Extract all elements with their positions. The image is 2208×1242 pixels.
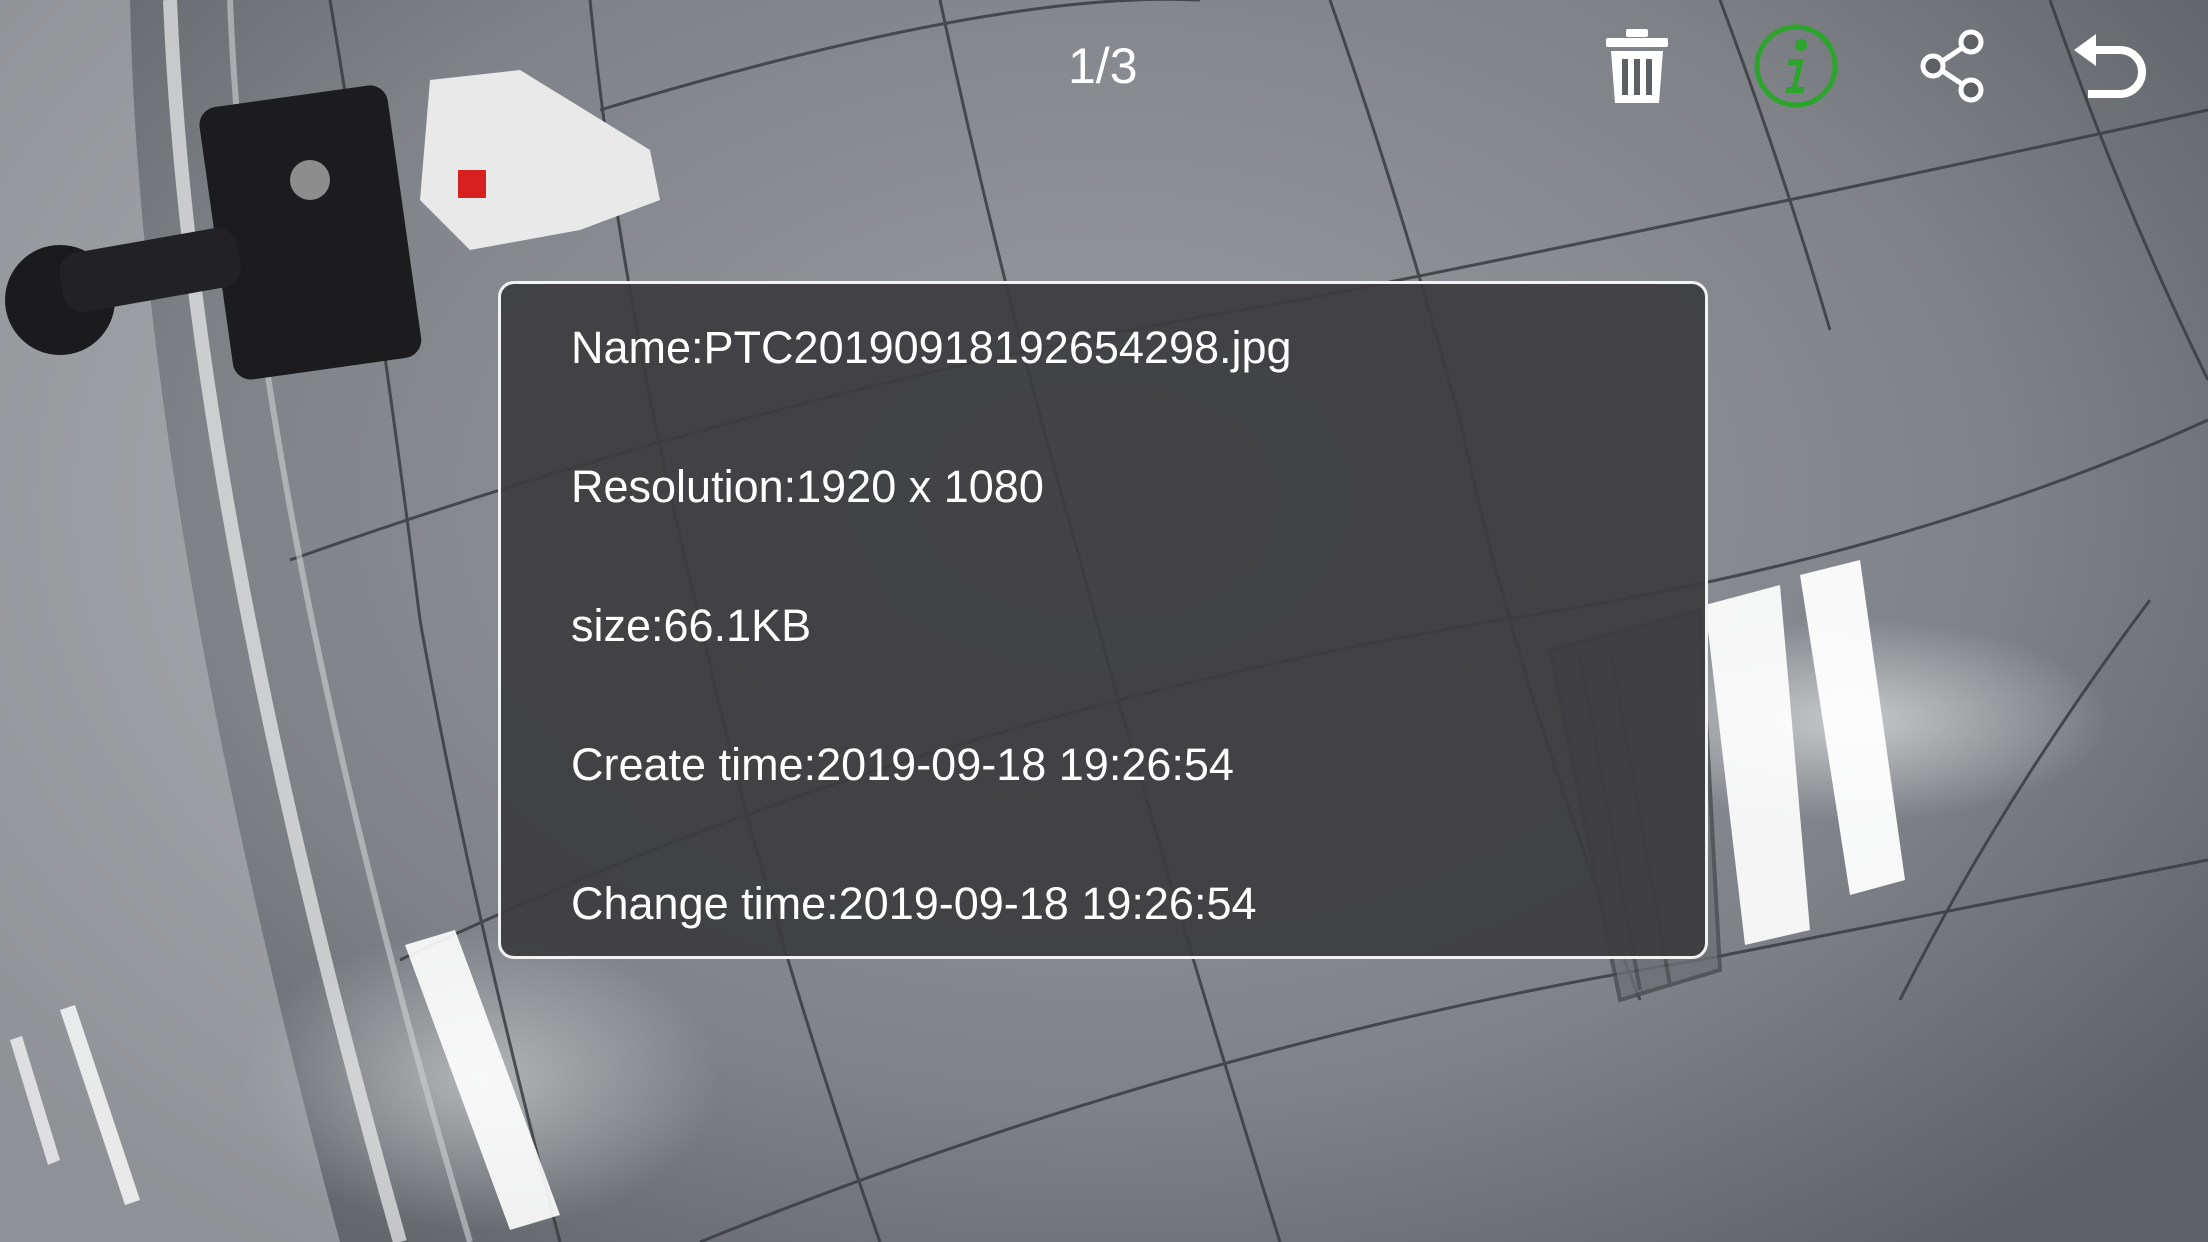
file-create-time: Create time:2019-09-18 19:26:54 bbox=[571, 739, 1234, 790]
file-info-panel: Name:PTC20190918192654298.jpg Resolution… bbox=[498, 281, 1708, 959]
info-button[interactable] bbox=[1748, 18, 1844, 114]
file-size: size:66.1KB bbox=[571, 600, 812, 651]
page-counter: 1/3 bbox=[1068, 38, 1138, 94]
back-button[interactable] bbox=[2062, 18, 2158, 114]
delete-button[interactable] bbox=[1589, 18, 1685, 114]
share-button[interactable] bbox=[1905, 18, 2001, 114]
trash-icon bbox=[1606, 29, 1668, 103]
info-icon bbox=[1753, 23, 1839, 109]
file-resolution: Resolution:1920 x 1080 bbox=[571, 461, 1044, 512]
photo-viewer: 1/3 Name:PTC20190918192654298.jpg Resolu… bbox=[0, 0, 2208, 1242]
file-name: Name:PTC20190918192654298.jpg bbox=[571, 322, 1292, 373]
file-change-time: Change time:2019-09-18 19:26:54 bbox=[571, 878, 1257, 929]
back-arrow-icon bbox=[2074, 34, 2146, 98]
share-icon bbox=[1918, 28, 1988, 104]
top-toolbar: 1/3 bbox=[0, 0, 2208, 130]
